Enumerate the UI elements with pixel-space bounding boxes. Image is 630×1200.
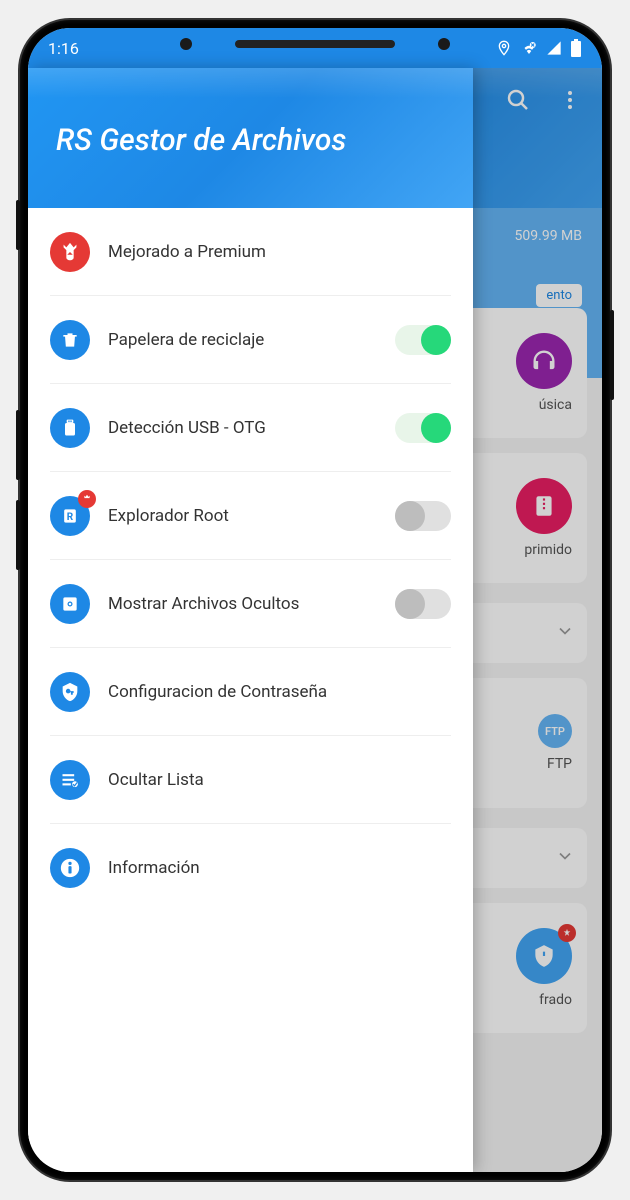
menu-label: Mostrar Archivos Ocultos — [108, 594, 377, 614]
list-icon — [50, 760, 90, 800]
screen: 1:16 — [28, 28, 602, 1172]
signal-icon — [546, 40, 562, 56]
hidden-files-icon — [50, 584, 90, 624]
root-icon: R — [50, 496, 90, 536]
premium-badge-icon — [78, 490, 96, 508]
side-button — [16, 200, 20, 250]
menu-label: Papelera de reciclaje — [108, 330, 377, 350]
menu-label: Configuracion de Contraseña — [108, 682, 451, 702]
phone-frame: 1:16 — [20, 20, 610, 1180]
menu-item-info[interactable]: Información — [28, 824, 473, 912]
menu-item-hide-list[interactable]: Ocultar Lista — [28, 736, 473, 824]
toggle-usb[interactable] — [395, 413, 451, 443]
phone-speaker — [235, 40, 395, 48]
menu-label: Mejorado a Premium — [108, 242, 451, 262]
usb-icon — [50, 408, 90, 448]
svg-text:R: R — [67, 512, 74, 523]
menu-item-root[interactable]: R Explorador Root — [28, 472, 473, 560]
menu-item-trash[interactable]: Papelera de reciclaje — [28, 296, 473, 384]
battery-icon — [570, 39, 582, 57]
drawer-header: RS Gestor de Archivos — [28, 68, 473, 208]
menu-label: Información — [108, 858, 451, 878]
trash-icon — [50, 320, 90, 360]
status-bar: 1:16 — [28, 28, 602, 68]
camera-sensor — [180, 38, 192, 50]
status-time: 1:16 — [48, 39, 79, 58]
toggle-hidden[interactable] — [395, 589, 451, 619]
navigation-drawer: RS Gestor de Archivos Mejorado a Premium… — [28, 68, 473, 1172]
toggle-root[interactable] — [395, 501, 451, 531]
menu-item-usb[interactable]: Detección USB - OTG — [28, 384, 473, 472]
menu-item-hidden[interactable]: Mostrar Archivos Ocultos — [28, 560, 473, 648]
password-icon — [50, 672, 90, 712]
volume-down-button — [16, 500, 20, 570]
info-icon — [50, 848, 90, 888]
location-icon — [496, 40, 512, 56]
camera-sensor — [438, 38, 450, 50]
drawer-menu-list: Mejorado a Premium Papelera de reciclaje… — [28, 208, 473, 1172]
menu-label: Detección USB - OTG — [108, 418, 377, 438]
volume-up-button — [16, 410, 20, 480]
premium-icon — [50, 232, 90, 272]
power-button — [610, 310, 614, 400]
menu-label: Explorador Root — [108, 506, 377, 526]
menu-label: Ocultar Lista — [108, 770, 451, 790]
wifi-icon — [520, 39, 538, 57]
menu-item-premium[interactable]: Mejorado a Premium — [28, 208, 473, 296]
toggle-trash[interactable] — [395, 325, 451, 355]
menu-item-password[interactable]: Configuracion de Contraseña — [28, 648, 473, 736]
